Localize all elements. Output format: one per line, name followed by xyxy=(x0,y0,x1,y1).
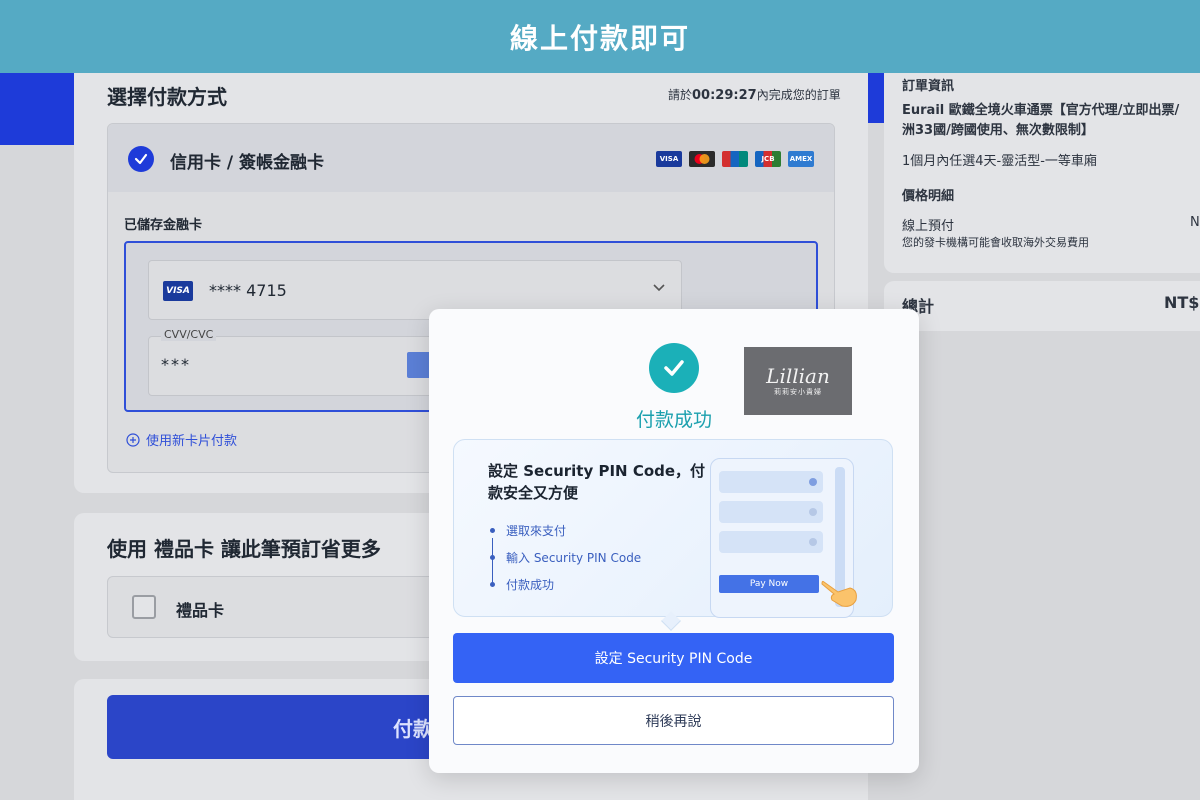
gift-card-option[interactable]: 禮品卡 xyxy=(107,576,447,638)
product-title-line2: 洲33國/跨國使用、無次數限制】 xyxy=(902,123,1094,138)
foreign-fee-note: 您的發卡機構可能會收取海外交易費用 xyxy=(902,236,1089,249)
success-message: 付款成功 xyxy=(635,409,712,431)
cvv-value: *** xyxy=(161,355,191,374)
chevron-down-icon xyxy=(651,279,667,300)
pay-button-label: 付款 xyxy=(393,716,433,741)
cvv-label: CVV/CVC xyxy=(161,328,217,341)
amex-brand-icon: AMEX xyxy=(788,151,814,167)
visa-brand-icon: VISA xyxy=(656,151,682,167)
pointing-hand-icon xyxy=(821,580,857,607)
step-item: 選取來支付 xyxy=(490,524,641,551)
pay-button[interactable]: 付款 xyxy=(107,695,447,759)
gift-card-checkbox[interactable] xyxy=(132,595,156,619)
payment-heading: 選擇付款方式 xyxy=(107,85,227,109)
promo-steps: 選取來支付 輸入 Security PIN Code 付款成功 xyxy=(490,524,641,605)
credit-card-option-label: 信用卡 / 簽帳金融卡 xyxy=(170,153,325,173)
credit-card-option-header[interactable]: 信用卡 / 簽帳金融卡 VISA JCB AMEX xyxy=(108,124,834,192)
online-prepay-label: 線上預付 xyxy=(902,219,955,234)
jcb-brand-icon: JCB xyxy=(755,151,781,167)
countdown-timer: 請於00:29:27內完成您的訂單 xyxy=(668,88,841,103)
product-title-line1: Eurail 歐鐵全境火車通票【官方代理/立即出票/ xyxy=(902,103,1180,118)
header-accent xyxy=(0,73,80,145)
step-item: 付款成功 xyxy=(490,578,641,605)
add-new-card-link[interactable]: 使用新卡片付款 xyxy=(126,430,237,449)
saved-cards-label: 已儲存金融卡 xyxy=(124,218,203,233)
success-check-icon xyxy=(649,343,699,393)
price-detail-heading: 價格明細 xyxy=(902,189,955,204)
gift-heading: 使用 禮品卡 讓此筆預訂省更多 xyxy=(107,537,381,561)
add-new-card-label: 使用新卡片付款 xyxy=(146,434,238,449)
set-pin-button[interactable]: 設定 Security PIN Code xyxy=(453,633,894,683)
visa-icon: VISA xyxy=(163,281,193,301)
promo-title: 設定 Security PIN Code，付款安全又方便 xyxy=(488,462,706,502)
order-info-heading: 訂單資訊 xyxy=(902,79,955,94)
cvv-field[interactable]: CVV/CVC *** xyxy=(148,328,448,396)
banner-title: 線上付款即可 xyxy=(509,21,690,55)
logo-script: Lillian xyxy=(766,364,830,388)
product-variant: 1個月內任選4天-靈活型-一等車廂 xyxy=(902,154,1097,169)
logo-subtitle: 莉莉安小貴婦 xyxy=(774,388,822,396)
total-value: NT$1 xyxy=(1164,293,1200,312)
gift-card-label: 禮品卡 xyxy=(176,601,225,620)
later-button[interactable]: 稍後再說 xyxy=(453,696,894,745)
card-number: **** 4715 xyxy=(209,281,287,300)
unionpay-brand-icon xyxy=(722,151,748,167)
mastercard-brand-icon xyxy=(689,151,715,167)
payment-success-modal: Lillian 莉莉安小貴婦 付款成功 設定 Security PIN Code… xyxy=(429,309,919,773)
top-banner: 線上付款即可 xyxy=(0,0,1200,73)
online-prepay-value: N xyxy=(1190,215,1200,230)
plus-circle-icon xyxy=(126,432,140,447)
selected-check-icon xyxy=(128,146,154,172)
phone-pay-now-label: Pay Now xyxy=(719,575,819,593)
step-item: 輸入 Security PIN Code xyxy=(490,551,641,578)
pin-promo-card: 設定 Security PIN Code，付款安全又方便 選取來支付 輸入 Se… xyxy=(453,439,893,618)
